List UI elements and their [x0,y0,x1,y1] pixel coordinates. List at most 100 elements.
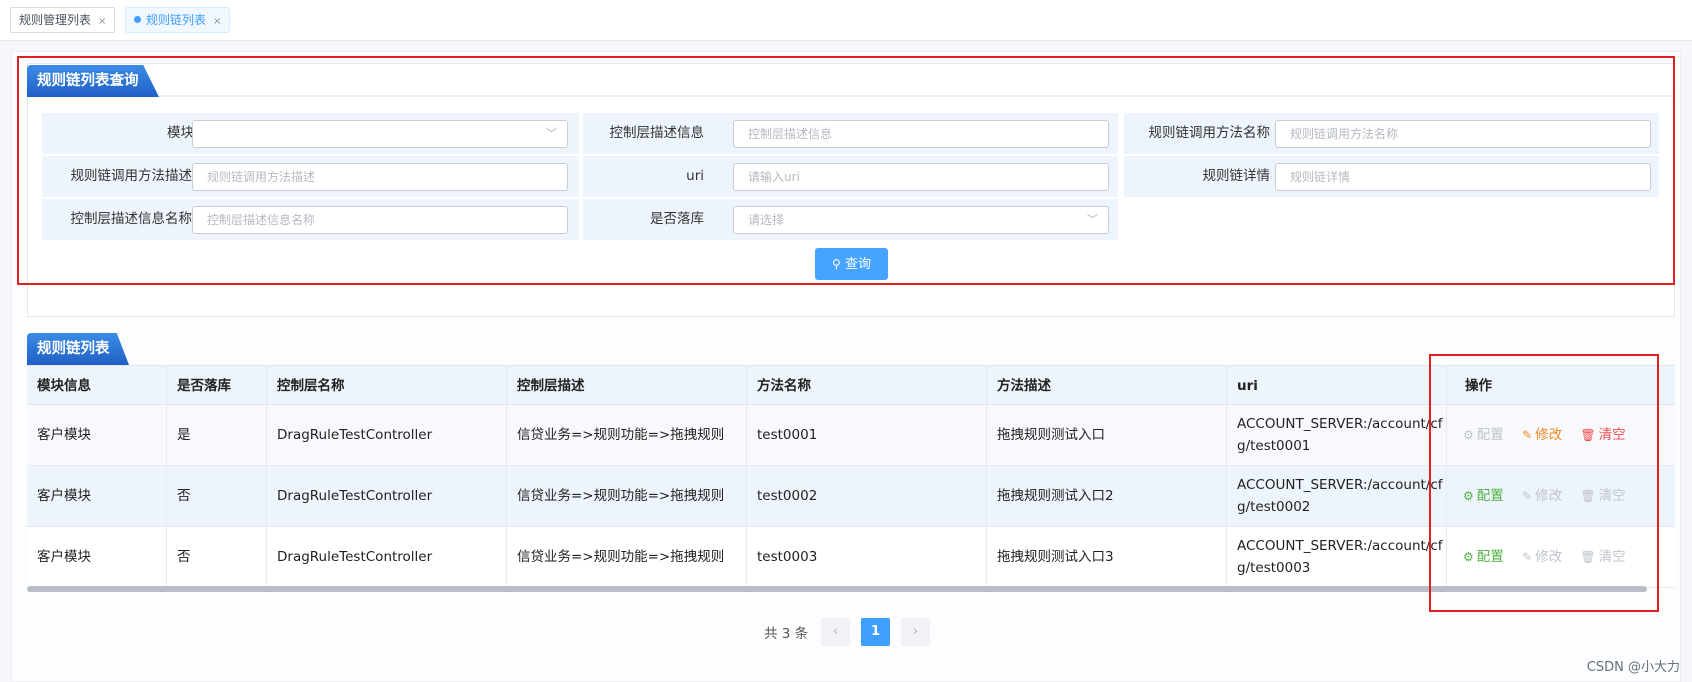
pencil-icon: ✎ [1522,428,1533,442]
pencil-icon: ✎ [1522,489,1533,503]
col-ctrl-name: 控制层名称 [267,366,507,406]
cell-method: test0001 [747,405,987,466]
tab-rule-chain-list[interactable]: 规则链列表 × [125,7,231,33]
cell-uri: ACCOUNT_SERVER:/account/cfg/test0001 [1227,405,1447,466]
trash-icon: 🗑 [1580,489,1596,503]
form-cell-method-desc: 规则链调用方法描述 规则链调用方法描述 [42,156,579,197]
query-section-title: 规则链列表查询 [27,65,159,97]
row-actions: ⚙ 配置 ✎ 修改 🗑 清空 [1447,527,1675,588]
query-button-label: 查询 [844,257,871,272]
form-cell-uri: uri 请输入uri [583,156,1118,197]
col-method-desc: 方法描述 [987,366,1227,406]
ctrl-desc-label: 控制层描述信息 [609,125,705,141]
page-number-button[interactable]: 1 [861,618,890,646]
col-ctrl-desc: 控制层描述 [507,366,747,406]
pencil-icon: ✎ [1522,550,1533,564]
config-button[interactable]: ⚙ 配置 [1463,488,1504,504]
table-row: 客户模块 否 DragRuleTestController 信贷业务=>规则功能… [27,466,1675,527]
cell-persist: 否 [167,527,267,588]
cell-method-desc: 拖拽规则测试入口2 [987,466,1227,527]
cell-persist: 是 [167,405,267,466]
cell-uri: ACCOUNT_SERVER:/account/cfg/test0003 [1227,527,1447,588]
horizontal-scrollbar[interactable] [27,586,1647,592]
form-cell-module: 模块 ﹀ [42,113,579,154]
cell-method: test0003 [747,527,987,588]
col-persist: 是否落库 [167,366,267,406]
tab-label: 规则链列表 [146,13,207,27]
table-section-title: 规则链列表 [27,333,129,365]
persist-select[interactable]: 请选择 ﹀ [733,206,1109,234]
tab-close-icon[interactable]: × [98,16,106,27]
col-uri: uri [1227,366,1447,406]
form-cell-persist: 是否落库 请选择 ﹀ [583,199,1118,240]
trash-icon: 🗑 [1580,550,1596,564]
cell-module: 客户模块 [27,527,167,588]
clear-button[interactable]: 🗑 清空 [1580,488,1625,504]
ctrl-name-input[interactable]: 控制层描述信息名称 [192,206,568,234]
trash-icon: 🗑 [1580,428,1596,442]
chevron-down-icon: ﹀ [1087,213,1098,226]
chevron-down-icon: ﹀ [546,127,557,140]
module-label: 模块 [167,125,194,141]
divider [159,95,1674,97]
table-row: 客户模块 否 DragRuleTestController 信贷业务=>规则功能… [27,527,1675,588]
form-cell-ctrl-desc: 控制层描述信息 控制层描述信息 [583,113,1118,154]
tabs-bar: 规则管理列表 × 规则链列表 × [0,0,1692,41]
active-dot-icon [134,16,141,23]
cell-module: 客户模块 [27,466,167,527]
query-button[interactable]: ⚲ 查询 [815,248,888,280]
clear-button[interactable]: 🗑 清空 [1580,549,1625,565]
form-cell-ctrl-name: 控制层描述信息名称 控制层描述信息名称 [42,199,579,240]
row-actions: ⚙ 配置 ✎ 修改 🗑 清空 [1447,405,1675,466]
edit-button[interactable]: ✎ 修改 [1522,488,1562,504]
config-button[interactable]: ⚙ 配置 [1463,427,1504,443]
cell-ctrl: DragRuleTestController [267,466,507,527]
cell-ctrl-desc: 信贷业务=>规则功能=>拖拽规则 [507,466,747,527]
cell-ctrl-desc: 信贷业务=>规则功能=>拖拽规则 [507,527,747,588]
search-icon: ⚲ [832,257,841,271]
gear-icon: ⚙ [1463,428,1474,442]
uri-label: uri [686,168,704,184]
pagination-total: 共 3 条 [764,626,809,642]
method-name-label: 规则链调用方法名称 [1148,125,1271,141]
gear-icon: ⚙ [1463,550,1474,564]
cell-persist: 否 [167,466,267,527]
cell-ctrl: DragRuleTestController [267,527,507,588]
clear-button[interactable]: 🗑 清空 [1580,427,1625,443]
method-name-input[interactable]: 规则链调用方法名称 [1275,120,1651,148]
method-desc-input[interactable]: 规则链调用方法描述 [192,163,568,191]
edit-button[interactable]: ✎ 修改 [1522,549,1562,565]
col-method-name: 方法名称 [747,366,987,406]
form-cell-detail: 规则链详情 规则链详情 [1124,156,1659,197]
detail-label: 规则链详情 [1202,168,1271,184]
edit-button[interactable]: ✎ 修改 [1522,427,1562,443]
method-desc-label: 规则链调用方法描述 [70,168,193,184]
detail-input[interactable]: 规则链详情 [1275,163,1651,191]
config-button[interactable]: ⚙ 配置 [1463,549,1504,565]
uri-input[interactable]: 请输入uri [733,163,1109,191]
cell-method: test0002 [747,466,987,527]
module-select[interactable]: ﹀ [192,120,568,148]
gear-icon: ⚙ [1463,489,1474,503]
tab-close-icon[interactable]: × [213,16,221,27]
watermark: CSDN @小大力 [1586,660,1680,675]
cell-module: 客户模块 [27,405,167,466]
persist-label: 是否落库 [650,211,704,227]
col-actions: 操作 [1465,378,1492,394]
cell-uri: ACCOUNT_SERVER:/account/cfg/test0002 [1227,466,1447,527]
col-module: 模块信息 [27,366,167,406]
form-cell-method-name: 规则链调用方法名称 规则链调用方法名称 [1124,113,1659,154]
cell-method-desc: 拖拽规则测试入口 [987,405,1227,466]
ctrl-name-label: 控制层描述信息名称 [70,211,193,227]
table-row: 客户模块 是 DragRuleTestController 信贷业务=>规则功能… [27,405,1675,466]
table-header: 模块信息 是否落库 控制层名称 控制层描述 方法名称 方法描述 uri 操作 [27,365,1675,406]
next-page-button[interactable]: › [901,618,930,646]
cell-ctrl: DragRuleTestController [267,405,507,466]
row-actions: ⚙ 配置 ✎ 修改 🗑 清空 [1447,466,1675,527]
cell-method-desc: 拖拽规则测试入口3 [987,527,1227,588]
cell-ctrl-desc: 信贷业务=>规则功能=>拖拽规则 [507,405,747,466]
tab-label: 规则管理列表 [19,13,92,27]
prev-page-button[interactable]: ‹ [821,618,850,646]
ctrl-desc-input[interactable]: 控制层描述信息 [733,120,1109,148]
tab-rule-management-list[interactable]: 规则管理列表 × [10,7,116,33]
